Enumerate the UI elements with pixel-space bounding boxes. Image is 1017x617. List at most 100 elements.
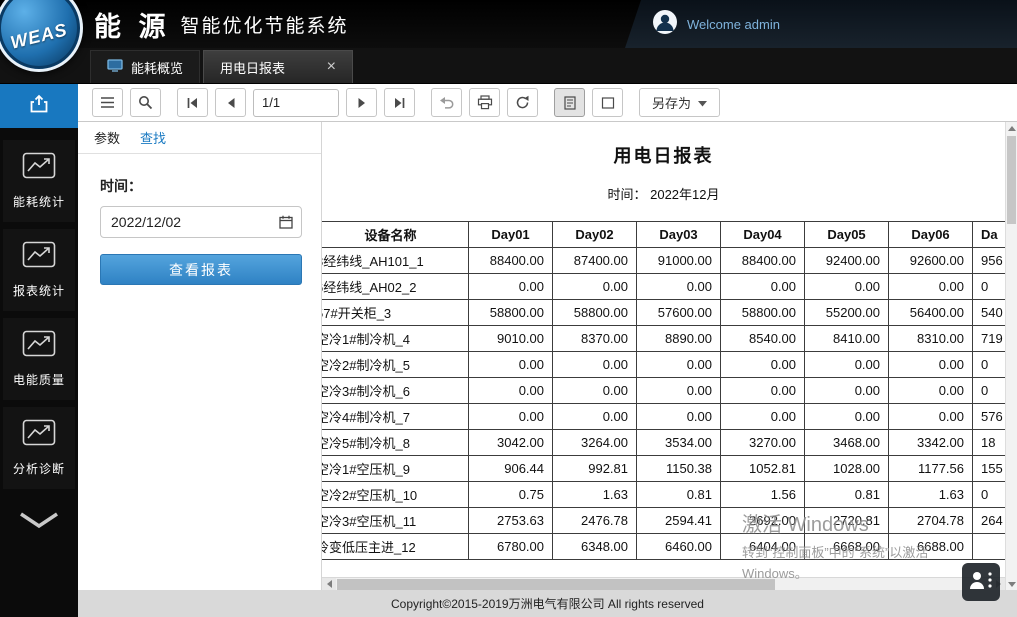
value-cell: 3264.00 (553, 430, 637, 456)
window-icon (107, 59, 123, 75)
value-cell: 0.00 (805, 352, 889, 378)
next-page-button[interactable] (346, 88, 377, 117)
value-cell: 8310.00 (889, 326, 973, 352)
horizontal-scrollbar-thumb[interactable] (337, 579, 775, 590)
page-layout-button[interactable] (592, 88, 623, 117)
support-widget-button[interactable] (962, 563, 1000, 601)
tab-energy-overview[interactable]: 能耗概览 (90, 50, 200, 83)
table-row: 冷变低压主进_126780.006348.006460.006404.00666… (322, 534, 1005, 560)
device-name-cell: 6经纬线_AH02_2 (322, 274, 469, 300)
value-cell: 0.00 (553, 404, 637, 430)
print-button[interactable] (469, 88, 500, 117)
scroll-left-arrow[interactable] (322, 578, 336, 590)
tab-label: 能耗概览 (131, 58, 183, 77)
value-cell: 8410.00 (805, 326, 889, 352)
table-row: 空冷3#空压机_112753.632476.782594.412692.0027… (322, 508, 1005, 534)
sidebar-item-label: 报表统计 (13, 282, 65, 299)
last-page-button[interactable] (384, 88, 415, 117)
first-page-button[interactable] (177, 88, 208, 117)
chevron-down-icon (698, 95, 707, 110)
value-cell: 0.00 (721, 352, 805, 378)
value-cell: 0.00 (889, 352, 973, 378)
report-title: 用电日报表 (322, 142, 1005, 168)
time-label: 时间： (100, 176, 321, 196)
value-cell: 87400.00 (553, 248, 637, 274)
value-cell: 992.81 (553, 456, 637, 482)
value-cell: 0.00 (889, 404, 973, 430)
value-cell: 3468.00 (805, 430, 889, 456)
value-cell: 8890.00 (637, 326, 721, 352)
report-table: 设备名称Day01Day02Day03Day04Day05Day06Da 8经纬… (322, 221, 1005, 560)
view-report-button[interactable]: 查看报表 (100, 254, 302, 285)
tab-daily-power-report[interactable]: 用电日报表 × (203, 50, 353, 83)
welcome-text: Welcome admin (687, 17, 780, 32)
device-name-cell: 空冷5#制冷机_8 (322, 430, 469, 456)
table-header-cell: Day06 (889, 222, 973, 248)
sidebar-item-label: 能耗统计 (13, 193, 65, 210)
value-cell: 6780.00 (469, 534, 553, 560)
vertical-scrollbar[interactable] (1005, 122, 1017, 590)
contact-icon (967, 569, 995, 596)
save-as-button[interactable]: 另存为 (639, 88, 720, 117)
prev-page-button[interactable] (215, 88, 246, 117)
value-cell: 0 (973, 274, 1006, 300)
search-button[interactable] (130, 88, 161, 117)
value-cell: 92600.00 (889, 248, 973, 274)
tab-params[interactable]: 参数 (94, 128, 120, 147)
table-row: 空冷2#空压机_100.751.630.811.560.811.630 (322, 482, 1005, 508)
table-row: 6经纬线_AH02_20.000.000.000.000.000.000 (322, 274, 1005, 300)
value-cell: 956 (973, 248, 1006, 274)
value-cell: 0.00 (721, 378, 805, 404)
print-layout-button[interactable] (554, 88, 585, 117)
value-cell: 0.00 (637, 274, 721, 300)
vertical-scrollbar-thumb[interactable] (1007, 136, 1016, 224)
value-cell: 155 (973, 456, 1006, 482)
page-number-input[interactable] (253, 89, 339, 117)
table-row: 空冷5#制冷机_83042.003264.003534.003270.00346… (322, 430, 1005, 456)
refresh-button[interactable] (507, 88, 538, 117)
horizontal-scrollbar[interactable] (322, 577, 1005, 590)
sidebar-item-4[interactable]: 分析诊断 (3, 407, 75, 489)
welcome-area[interactable]: Welcome admin (652, 0, 780, 48)
scroll-down-arrow[interactable] (1006, 578, 1017, 590)
value-cell: 719 (973, 326, 1006, 352)
table-row: 空冷1#空压机_9906.44992.811150.381052.811028.… (322, 456, 1005, 482)
value-cell: 0.00 (553, 378, 637, 404)
value-cell: 3534.00 (637, 430, 721, 456)
value-cell: 0 (973, 482, 1006, 508)
value-cell: 6460.00 (637, 534, 721, 560)
date-field (100, 206, 302, 238)
close-icon[interactable]: × (327, 59, 336, 75)
value-cell: 1177.56 (889, 456, 973, 482)
value-cell: 0 (973, 378, 1006, 404)
value-cell: 55200.00 (805, 300, 889, 326)
table-header-row: 设备名称Day01Day02Day03Day04Day05Day06Da (322, 222, 1005, 248)
sidebar-item-label: 电能质量 (13, 371, 65, 388)
value-cell: 1052.81 (721, 456, 805, 482)
value-cell: 3042.00 (469, 430, 553, 456)
table-header-cell: 设备名称 (322, 222, 469, 248)
value-cell: 0.00 (469, 274, 553, 300)
back-button[interactable] (431, 88, 462, 117)
chevron-down-icon[interactable] (18, 511, 60, 534)
sidebar-item-2[interactable]: 报表统计 (3, 229, 75, 311)
sidebar-share-button[interactable] (0, 84, 78, 128)
app-title: 能 源 智能优化节能系统 (94, 0, 349, 48)
copyright-text: Copyright©2015-2019万洲电气有限公司 All rights r… (391, 595, 704, 612)
sidebar-item-1[interactable]: 能耗统计 (3, 140, 75, 222)
tab-search[interactable]: 查找 (140, 128, 166, 147)
chart-icon (22, 330, 56, 362)
scroll-up-arrow[interactable] (1006, 122, 1017, 134)
chart-icon (22, 419, 56, 451)
tab-label: 用电日报表 (220, 58, 285, 77)
calendar-icon[interactable] (279, 215, 293, 234)
device-name-cell: 空冷1#空压机_9 (322, 456, 469, 482)
value-cell: 57600.00 (637, 300, 721, 326)
date-input[interactable] (100, 206, 302, 238)
sidebar-item-3[interactable]: 电能质量 (3, 318, 75, 400)
value-cell: 0.00 (889, 274, 973, 300)
menu-button[interactable] (92, 88, 123, 117)
value-cell: 3270.00 (721, 430, 805, 456)
value-cell: 1.63 (553, 482, 637, 508)
sidebar-items: 能耗统计 报表统计 电能质量 (0, 140, 78, 489)
